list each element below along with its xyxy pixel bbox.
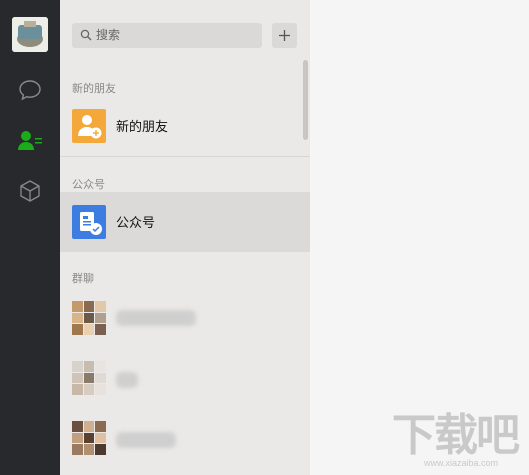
watermark: 下载吧 www.xiazaiba.com bbox=[392, 412, 524, 472]
scrollbar[interactable] bbox=[303, 60, 308, 140]
cube-icon bbox=[20, 180, 40, 202]
search-box[interactable]: 搜索 bbox=[72, 23, 262, 48]
section-header-new-friends: 新的朋友 bbox=[72, 82, 116, 95]
add-button[interactable] bbox=[272, 23, 297, 48]
mini-programs-tab[interactable] bbox=[15, 176, 45, 206]
avatar-image bbox=[12, 17, 48, 52]
chat-icon bbox=[19, 80, 41, 101]
list-item-official-accounts[interactable]: 公众号 bbox=[60, 192, 310, 252]
list-item-group[interactable] bbox=[60, 408, 310, 468]
divider bbox=[60, 156, 310, 157]
add-friend-icon bbox=[72, 109, 106, 143]
group-avatar bbox=[72, 301, 106, 335]
blurred-group-name bbox=[116, 372, 138, 388]
plus-icon bbox=[279, 30, 290, 41]
search-icon bbox=[80, 29, 92, 41]
contacts-icon bbox=[18, 131, 42, 150]
list-item-group[interactable] bbox=[60, 288, 310, 348]
nav-rail bbox=[0, 0, 60, 475]
contact-list-panel: 搜索 新的朋友 新的朋友 公众号 公众号 群聊 bbox=[60, 0, 310, 475]
section-header-groups: 群聊 bbox=[72, 272, 94, 285]
group-avatar bbox=[72, 421, 106, 455]
list-item-label: 公众号 bbox=[116, 216, 156, 231]
contacts-tab[interactable] bbox=[15, 125, 45, 155]
search-placeholder: 搜索 bbox=[96, 28, 121, 42]
watermark-url: www.xiazaiba.com bbox=[424, 458, 499, 468]
group-avatar bbox=[72, 361, 106, 395]
list-item-group[interactable] bbox=[60, 348, 310, 408]
watermark-brand: 下载吧 bbox=[392, 410, 520, 461]
official-account-icon bbox=[72, 205, 106, 239]
blurred-group-name bbox=[116, 432, 176, 448]
chat-tab[interactable] bbox=[15, 75, 45, 105]
section-header-official: 公众号 bbox=[72, 178, 105, 191]
detail-pane bbox=[310, 0, 529, 475]
list-item-new-friends[interactable]: 新的朋友 bbox=[60, 96, 310, 156]
avatar[interactable] bbox=[12, 17, 48, 52]
blurred-group-name bbox=[116, 310, 196, 326]
list-item-label: 新的朋友 bbox=[116, 120, 169, 135]
